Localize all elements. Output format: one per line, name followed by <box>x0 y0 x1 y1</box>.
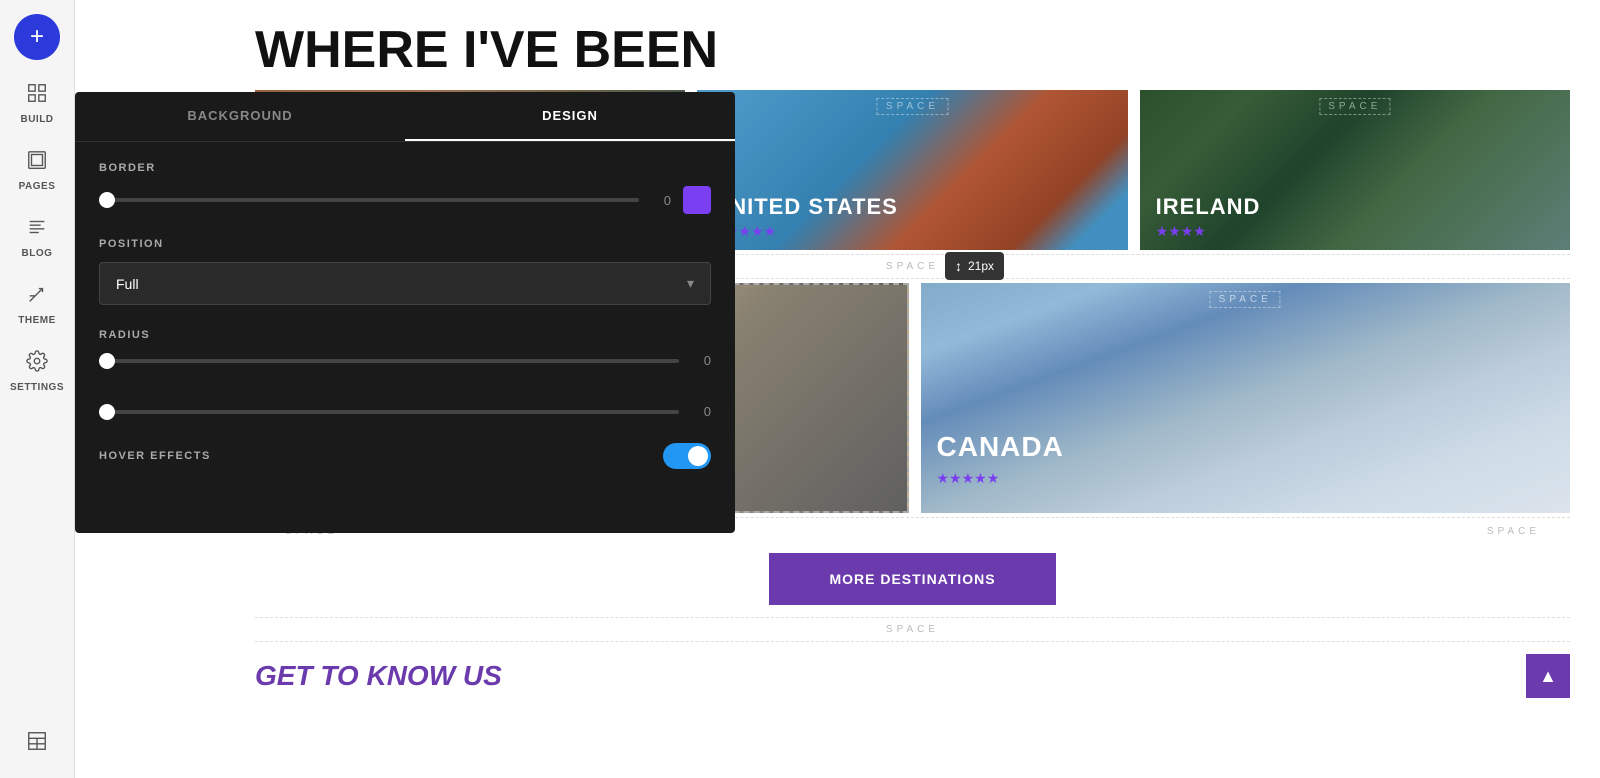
border-row: 0 <box>99 186 711 214</box>
card-space-label: SPACE <box>1319 98 1390 115</box>
border-slider-track <box>99 198 639 202</box>
ireland-stars: ★★★★ <box>1156 223 1206 240</box>
destination-card-canada[interactable]: SPACE CANADA ★★★★★ <box>921 283 1571 513</box>
scroll-up-button[interactable]: ▲ <box>1526 654 1570 698</box>
pages-icon <box>26 149 48 177</box>
plus-icon: + <box>30 23 44 51</box>
sidebar-item-theme[interactable]: THEME <box>0 271 74 338</box>
toggle-thumb <box>688 446 708 466</box>
canada-label: CANADA <box>937 431 1064 463</box>
design-panel: BACKGROUND DESIGN BORDER 0 <box>75 92 735 533</box>
radius-slider-thumb[interactable] <box>99 353 115 369</box>
sidebar-item-build[interactable]: BUILD <box>0 70 74 137</box>
position-section: POSITION Full ▾ <box>99 238 711 305</box>
sidebar-item-blog[interactable]: BLOG <box>0 204 74 271</box>
canada-stars: ★★★★★ <box>937 470 1000 487</box>
hover-effects-toggle[interactable] <box>663 443 711 469</box>
destination-card-ireland[interactable]: SPACE IRELAND ★★★★ <box>1140 90 1570 250</box>
add-button[interactable]: + <box>14 14 60 60</box>
panel-body: BORDER 0 POSITION Full ▾ <box>75 142 735 513</box>
panel-tabs: BACKGROUND DESIGN <box>75 92 735 142</box>
more-btn-container: MORE DESTINATIONS <box>225 553 1600 613</box>
border-label: BORDER <box>99 162 711 174</box>
card-overlay <box>921 283 1571 513</box>
get-to-know-text: GET TO KNOW US <box>255 660 502 692</box>
radius-row: 0 <box>99 353 711 368</box>
radius-slider-track <box>99 359 679 363</box>
settings-icon <box>26 350 48 378</box>
sidebar-theme-label: THEME <box>18 315 56 326</box>
radius-label: RADIUS <box>99 329 711 341</box>
ireland-label: IRELAND <box>1156 194 1261 220</box>
radius-section: RADIUS 0 <box>99 329 711 368</box>
main-content: WHERE I'VE BEEN SPACE ITALY ★★★★★ SPACE … <box>75 0 1600 778</box>
blog-icon <box>26 216 48 244</box>
card-space-label: SPACE <box>1210 291 1281 308</box>
position-select[interactable]: Full ▾ <box>99 262 711 305</box>
border-color-swatch[interactable] <box>683 186 711 214</box>
border-section: BORDER 0 <box>99 162 711 214</box>
page-title: WHERE I'VE BEEN <box>225 0 1600 90</box>
sidebar-settings-label: SETTINGS <box>10 382 64 393</box>
radius-value: 0 <box>691 353 711 368</box>
sidebar-build-label: BUILD <box>20 114 53 125</box>
space-divider-3: SPACE <box>255 617 1570 642</box>
hover-effects-section: HOVER EFFECTS <box>99 443 711 469</box>
position-value: Full <box>116 276 139 292</box>
card-space-label: SPACE <box>877 98 948 115</box>
shadow-slider-track <box>99 410 679 414</box>
shadow-value: 0 <box>691 404 711 419</box>
tab-design[interactable]: DESIGN <box>405 92 735 141</box>
shadow-slider-thumb[interactable] <box>99 404 115 420</box>
position-label: POSITION <box>99 238 711 250</box>
sidebar-pages-label: PAGES <box>19 181 56 192</box>
space-label-3: SPACE <box>1487 526 1540 537</box>
destination-card-us[interactable]: SPACE UNITED STATES ★★★★★ <box>697 90 1127 250</box>
layout-icon <box>26 730 48 758</box>
border-slider-container <box>99 198 639 202</box>
hover-effects-label: HOVER EFFECTS <box>99 450 211 462</box>
shadow-row: 0 <box>99 404 711 419</box>
us-label: UNITED STATES <box>713 194 898 220</box>
get-to-know-section: GET TO KNOW US ▲ <box>225 646 1600 706</box>
sidebar-item-pages[interactable]: PAGES <box>0 137 74 204</box>
resize-tooltip: ↕ 21px <box>945 252 1004 280</box>
build-icon <box>26 82 48 110</box>
chevron-up-icon: ▲ <box>1539 666 1557 687</box>
more-destinations-button[interactable]: MORE DESTINATIONS <box>769 553 1055 605</box>
sidebar: + BUILD PAGES BLOG THE <box>0 0 75 778</box>
theme-icon <box>26 283 48 311</box>
radius-slider-container <box>99 359 679 363</box>
chevron-down-icon: ▾ <box>687 275 694 292</box>
sidebar-blog-label: BLOG <box>22 248 53 259</box>
border-value: 0 <box>651 193 671 208</box>
shadow-slider-container <box>99 410 679 414</box>
space-label-1: SPACE <box>886 261 939 272</box>
tab-background[interactable]: BACKGROUND <box>75 92 405 141</box>
space-label-4: SPACE <box>886 624 939 635</box>
resize-icon: ↕ <box>955 258 962 274</box>
sidebar-item-settings[interactable]: SETTINGS <box>0 338 74 405</box>
border-slider-thumb[interactable] <box>99 192 115 208</box>
shadow-section: 0 <box>99 392 711 419</box>
resize-value: 21px <box>968 259 994 273</box>
sidebar-item-layout[interactable] <box>0 718 74 778</box>
